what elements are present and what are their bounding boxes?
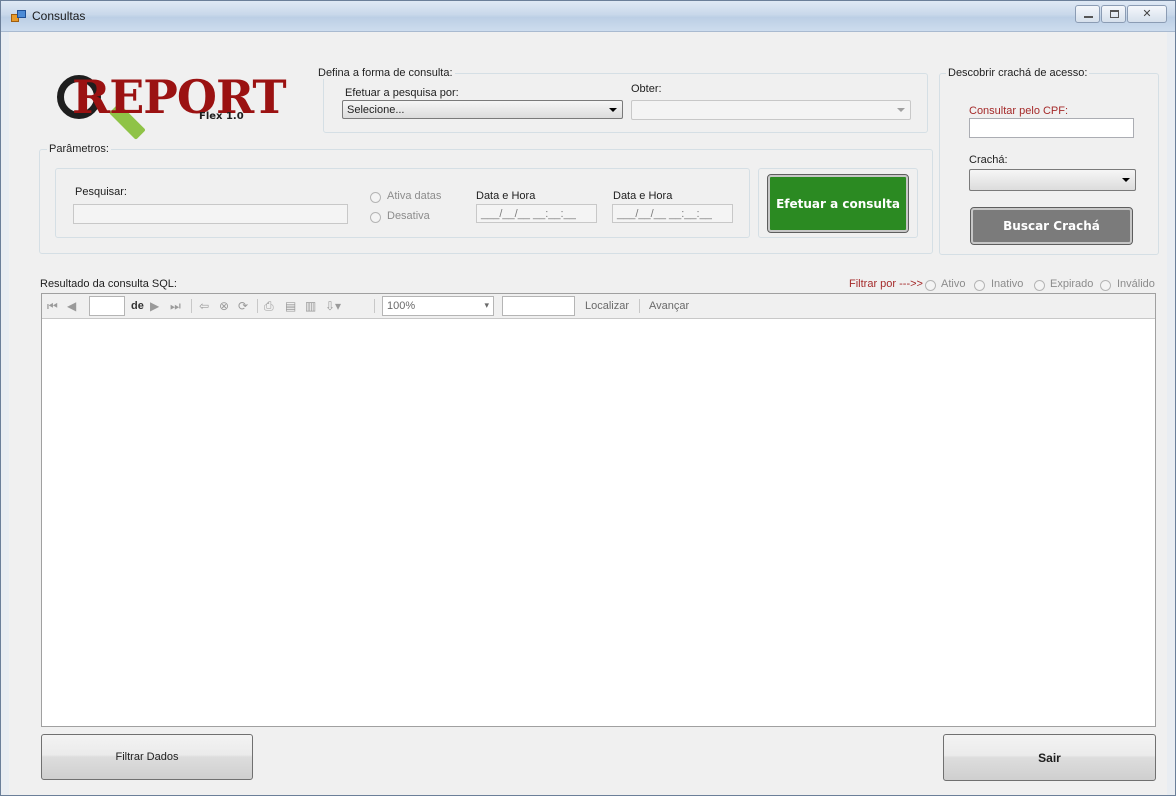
logo-brand: REPORT xyxy=(72,70,287,124)
maximize-icon xyxy=(1110,10,1119,18)
title-bar: Consultas ✕ xyxy=(1,1,1175,32)
localizar-link[interactable]: Localizar xyxy=(585,300,629,312)
ativa-datas-radio[interactable] xyxy=(370,192,381,203)
consulta-group-title: Defina a forma de consulta: xyxy=(316,67,455,79)
maximize-button[interactable] xyxy=(1101,5,1126,23)
efetuar-select[interactable]: Selecione... xyxy=(342,100,623,119)
page-setup-icon[interactable]: ▥ xyxy=(305,300,316,312)
page-number-input[interactable] xyxy=(89,296,125,316)
back-icon[interactable]: ⇦ xyxy=(199,300,209,312)
page-of-label: de xyxy=(131,300,144,312)
filtro-inativo-label: Inativo xyxy=(991,278,1024,290)
filtro-inativo-radio[interactable] xyxy=(974,280,985,291)
cracha-select[interactable] xyxy=(969,169,1136,191)
close-button[interactable]: ✕ xyxy=(1127,5,1167,23)
consultas-window: Consultas ✕ REPORT Flex 1.0 Defina a for… xyxy=(0,0,1176,796)
parametros-group-title: Parâmetros: xyxy=(47,143,111,155)
minimize-button[interactable] xyxy=(1075,5,1100,23)
print-icon[interactable]: ⎙ xyxy=(264,300,274,312)
export-icon[interactable]: ⇩▾ xyxy=(325,300,341,312)
last-page-icon[interactable]: ⏭ xyxy=(170,300,181,312)
print-layout-icon[interactable]: ▤ xyxy=(285,300,296,312)
avancar-link[interactable]: Avançar xyxy=(649,300,689,312)
logo-version: Flex 1.0 xyxy=(199,111,244,122)
efetuar-consulta-button[interactable]: Efetuar a consulta xyxy=(767,174,909,233)
next-page-icon[interactable]: ▶ xyxy=(150,300,159,312)
filtro-ativo-radio[interactable] xyxy=(925,280,936,291)
filtro-expirado-label: Expirado xyxy=(1050,278,1094,290)
filtro-invalido-label: Inválido xyxy=(1117,278,1155,290)
filtrar-dados-label: Filtrar Dados xyxy=(115,751,179,763)
filtro-invalido-radio[interactable] xyxy=(1100,280,1111,291)
close-icon: ✕ xyxy=(1142,8,1152,20)
efetuar-label: Efetuar a pesquisa por: xyxy=(345,87,459,99)
parametros-inner-group xyxy=(55,168,750,238)
report-viewer[interactable]: ⏮ ◀ de ▶ ⏭ ⇦ ⊗ ⟳ ⎙ ▤ ▥ ⇩▾ 100% ▾ Localiz… xyxy=(41,293,1156,727)
filtrar-dados-button[interactable]: Filtrar Dados xyxy=(41,734,253,780)
pesquisar-input[interactable] xyxy=(73,204,348,224)
window-title: Consultas xyxy=(32,9,86,23)
chevron-down-icon xyxy=(609,108,617,112)
filtro-ativo-label: Ativo xyxy=(941,278,966,290)
previous-page-icon[interactable]: ◀ xyxy=(67,300,76,312)
minimize-icon xyxy=(1084,16,1093,18)
cpf-input[interactable] xyxy=(969,118,1134,138)
sair-button[interactable]: Sair xyxy=(943,734,1156,781)
cpf-label: Consultar pelo CPF: xyxy=(969,105,1069,117)
efetuar-select-value: Selecione... xyxy=(347,104,405,116)
chevron-down-icon xyxy=(897,108,905,112)
chevron-down-icon: ▾ xyxy=(484,300,489,310)
buscar-cracha-button[interactable]: Buscar Crachá xyxy=(970,207,1133,245)
desativa-label: Desativa xyxy=(387,210,430,222)
buscar-cracha-label: Buscar Crachá xyxy=(1003,219,1100,233)
report-flex-logo: REPORT Flex 1.0 xyxy=(57,67,287,147)
desativa-radio[interactable] xyxy=(370,212,381,223)
app-icon xyxy=(11,10,27,24)
filtrar-por-label: Filtrar por --->> xyxy=(849,278,923,290)
chevron-down-icon xyxy=(1122,178,1130,182)
zoom-select[interactable]: 100% ▾ xyxy=(382,296,494,316)
data-hora-1-label: Data e Hora xyxy=(476,190,536,202)
resultado-title: Resultado da consulta SQL: xyxy=(40,278,177,290)
first-page-icon[interactable]: ⏮ xyxy=(47,300,58,312)
refresh-icon[interactable]: ⟳ xyxy=(238,300,248,312)
cracha-group-title: Descobrir crachá de acesso: xyxy=(946,67,1090,79)
data-hora-1-input[interactable]: ___/__/__ __:__:__ xyxy=(476,204,597,223)
filtro-expirado-radio[interactable] xyxy=(1034,280,1045,291)
find-text-input[interactable] xyxy=(502,296,575,316)
stop-icon[interactable]: ⊗ xyxy=(219,300,229,312)
efetuar-consulta-label: Efetuar a consulta xyxy=(776,196,900,211)
obter-select[interactable] xyxy=(631,100,911,120)
sair-label: Sair xyxy=(1038,750,1061,765)
pesquisar-label: Pesquisar: xyxy=(75,186,127,198)
obter-label: Obter: xyxy=(631,83,662,95)
ativa-datas-label: Ativa datas xyxy=(387,190,442,202)
cracha-label: Crachá: xyxy=(969,154,1008,166)
data-hora-2-input[interactable]: ___/__/__ __:__:__ xyxy=(612,204,733,223)
data-hora-2-label: Data e Hora xyxy=(613,190,673,202)
report-viewer-toolbar: ⏮ ◀ de ▶ ⏭ ⇦ ⊗ ⟳ ⎙ ▤ ▥ ⇩▾ 100% ▾ Localiz… xyxy=(42,294,1155,319)
zoom-value: 100% xyxy=(387,300,416,312)
